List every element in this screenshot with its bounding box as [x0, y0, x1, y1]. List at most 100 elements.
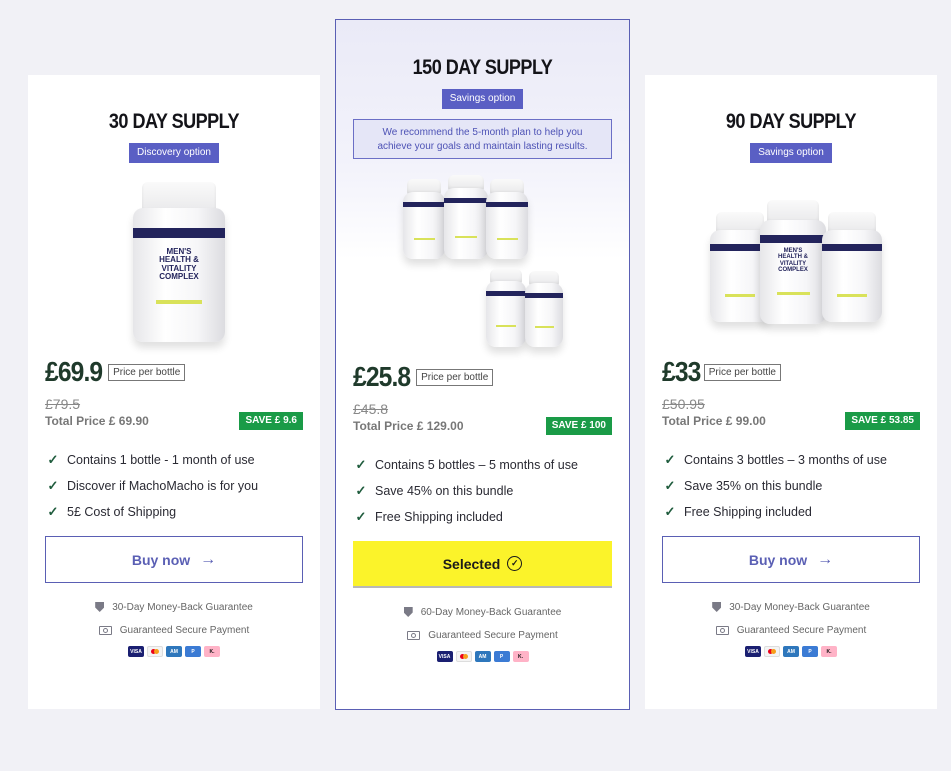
price-per-bottle-label: Price per bottle	[108, 363, 186, 381]
feature-list: ✓ Contains 1 bottle - 1 month of use ✓ Dis…	[45, 447, 303, 525]
price-per-bottle: £69.9	[45, 356, 103, 387]
feature-text: Save 45% on this bundle	[375, 484, 514, 498]
plan-badge: Savings option	[441, 89, 524, 109]
klarna-icon: K.	[204, 646, 220, 657]
bottle-image: MEN'S HEALTH & VITALITY COMPLEX	[133, 182, 225, 342]
plan-title: 30 DAY SUPPLY	[108, 110, 240, 133]
cash-icon	[407, 630, 421, 640]
check-icon: ✓	[664, 504, 676, 519]
product-image	[353, 167, 612, 357]
feature-item: ✓ Contains 3 bottles – 3 months of use	[662, 447, 920, 473]
amex-icon: AM	[166, 646, 182, 657]
feature-text: Contains 3 bottles – 3 months of use	[684, 453, 887, 467]
plan-badge: Savings option	[750, 143, 832, 163]
save-badge: SAVE £ 53.85	[845, 412, 920, 430]
recommendation-note: We recommend the 5-month plan to help yo…	[353, 119, 612, 159]
feature-text: Free Shipping included	[375, 510, 503, 524]
total-price: Total Price £ 129.00	[353, 419, 464, 433]
bottle-label-line4: COMPLEX	[159, 272, 199, 282]
feature-text: Contains 5 bottles – 5 months of use	[375, 458, 578, 472]
bottle-image: MEN'S HEALTH & VITALITY COMPLEX	[760, 200, 826, 324]
shield-icon	[712, 602, 722, 612]
check-icon: ✓	[355, 483, 367, 498]
feature-list: ✓ Contains 5 bottles – 5 months of use ✓ S…	[353, 452, 612, 530]
feature-text: Free Shipping included	[684, 505, 812, 519]
old-price: £79.5	[45, 396, 81, 412]
amex-icon: AM	[783, 646, 799, 657]
feature-text: Discover if MachoMacho is for you	[67, 479, 259, 493]
selected-button[interactable]: Selected ✓	[353, 541, 612, 588]
feature-item: ✓ Save 35% on this bundle	[662, 473, 920, 499]
buy-now-label: Buy now	[131, 551, 191, 568]
check-icon: ✓	[355, 457, 367, 472]
check-icon: ✓	[664, 452, 676, 467]
amex-icon: AM	[474, 651, 491, 662]
check-icon: ✓	[664, 478, 676, 493]
guarantee-line: 30-Day Money-Back Guarantee	[662, 600, 920, 614]
buy-now-button[interactable]: Buy now →	[662, 536, 920, 583]
buy-now-button[interactable]: Buy now →	[45, 536, 303, 583]
feature-list: ✓ Contains 3 bottles – 3 months of use ✓ S…	[662, 447, 920, 525]
guarantee-line: 30-Day Money-Back Guarantee	[45, 600, 303, 614]
feature-item: ✓ Save 45% on this bundle	[353, 478, 612, 504]
old-price: £50.95	[662, 396, 705, 412]
product-image: MEN'S HEALTH & VITALITY COMPLEX	[45, 182, 303, 352]
plan-title: 90 DAY SUPPLY	[725, 110, 857, 133]
feature-text: 5£ Cost of Shipping	[67, 505, 177, 519]
check-icon: ✓	[355, 509, 367, 524]
old-price: £45.8	[353, 401, 389, 417]
total-price: Total Price £ 99.00	[662, 414, 766, 428]
klarna-icon: K.	[821, 646, 837, 657]
guarantee-text: 60-Day Money-Back Guarantee	[420, 606, 562, 618]
visa-icon: VISA	[745, 646, 761, 657]
secure-payment-line: Guaranteed Secure Payment	[45, 623, 303, 637]
paypal-icon: P	[185, 646, 201, 657]
check-circle-icon: ✓	[507, 556, 523, 571]
plan-badge: Discovery option	[129, 143, 219, 163]
secure-payment-line: Guaranteed Secure Payment	[353, 628, 612, 642]
plan-card-150-day[interactable]: 150 DAY SUPPLY Savings option We recomme…	[335, 19, 630, 710]
feature-item: ✓ Discover if MachoMacho is for you	[45, 473, 303, 499]
check-icon: ✓	[47, 452, 59, 467]
shield-icon	[403, 607, 413, 617]
bottle-image	[486, 269, 526, 347]
visa-icon: VISA	[128, 646, 144, 657]
save-badge: SAVE £ 9.6	[239, 412, 303, 430]
feature-item: ✓ Contains 1 bottle - 1 month of use	[45, 447, 303, 473]
price-per-bottle: £25.8	[353, 361, 411, 392]
feature-item: ✓ Free Shipping included	[662, 499, 920, 525]
paypal-icon: P	[802, 646, 818, 657]
mastercard-icon	[455, 651, 472, 662]
feature-item: ✓ 5£ Cost of Shipping	[45, 499, 303, 525]
klarna-icon: K.	[512, 651, 529, 662]
bottle-label-line4: COMPLEX	[778, 266, 808, 273]
bottle-image	[486, 179, 528, 259]
guarantee-text: 30-Day Money-Back Guarantee	[729, 601, 870, 613]
plan-card-30-day[interactable]: 30 DAY SUPPLY Discovery option MEN'S HEA…	[28, 75, 320, 709]
secure-payment-line: Guaranteed Secure Payment	[662, 623, 920, 637]
product-image: MEN'S HEALTH & VITALITY COMPLEX	[662, 182, 920, 352]
mastercard-icon	[147, 646, 163, 657]
save-badge: SAVE £ 100	[545, 417, 612, 435]
arrow-right-icon: →	[200, 550, 217, 568]
plan-card-90-day[interactable]: 90 DAY SUPPLY Savings option MEN'S HEALT…	[645, 75, 937, 709]
secure-payment-text: Guaranteed Secure Payment	[736, 624, 867, 636]
feature-text: Contains 1 bottle - 1 month of use	[67, 453, 255, 467]
feature-item: ✓ Free Shipping included	[353, 504, 612, 530]
bottle-image	[822, 212, 882, 322]
bottle-image	[525, 271, 563, 347]
mastercard-icon	[764, 646, 780, 657]
visa-icon: VISA	[436, 651, 453, 662]
total-price: Total Price £ 69.90	[45, 414, 149, 428]
check-icon: ✓	[47, 478, 59, 493]
price-per-bottle-label: Price per bottle	[416, 368, 494, 386]
secure-payment-text: Guaranteed Secure Payment	[428, 629, 558, 641]
shield-icon	[95, 602, 105, 612]
cash-icon	[98, 625, 112, 635]
bottle-image	[444, 175, 488, 259]
selected-label: Selected	[442, 555, 501, 572]
paypal-icon: P	[493, 651, 510, 662]
secure-payment-text: Guaranteed Secure Payment	[119, 624, 250, 636]
arrow-right-icon: →	[817, 550, 834, 568]
payment-methods: VISA AM P K.	[45, 646, 303, 657]
